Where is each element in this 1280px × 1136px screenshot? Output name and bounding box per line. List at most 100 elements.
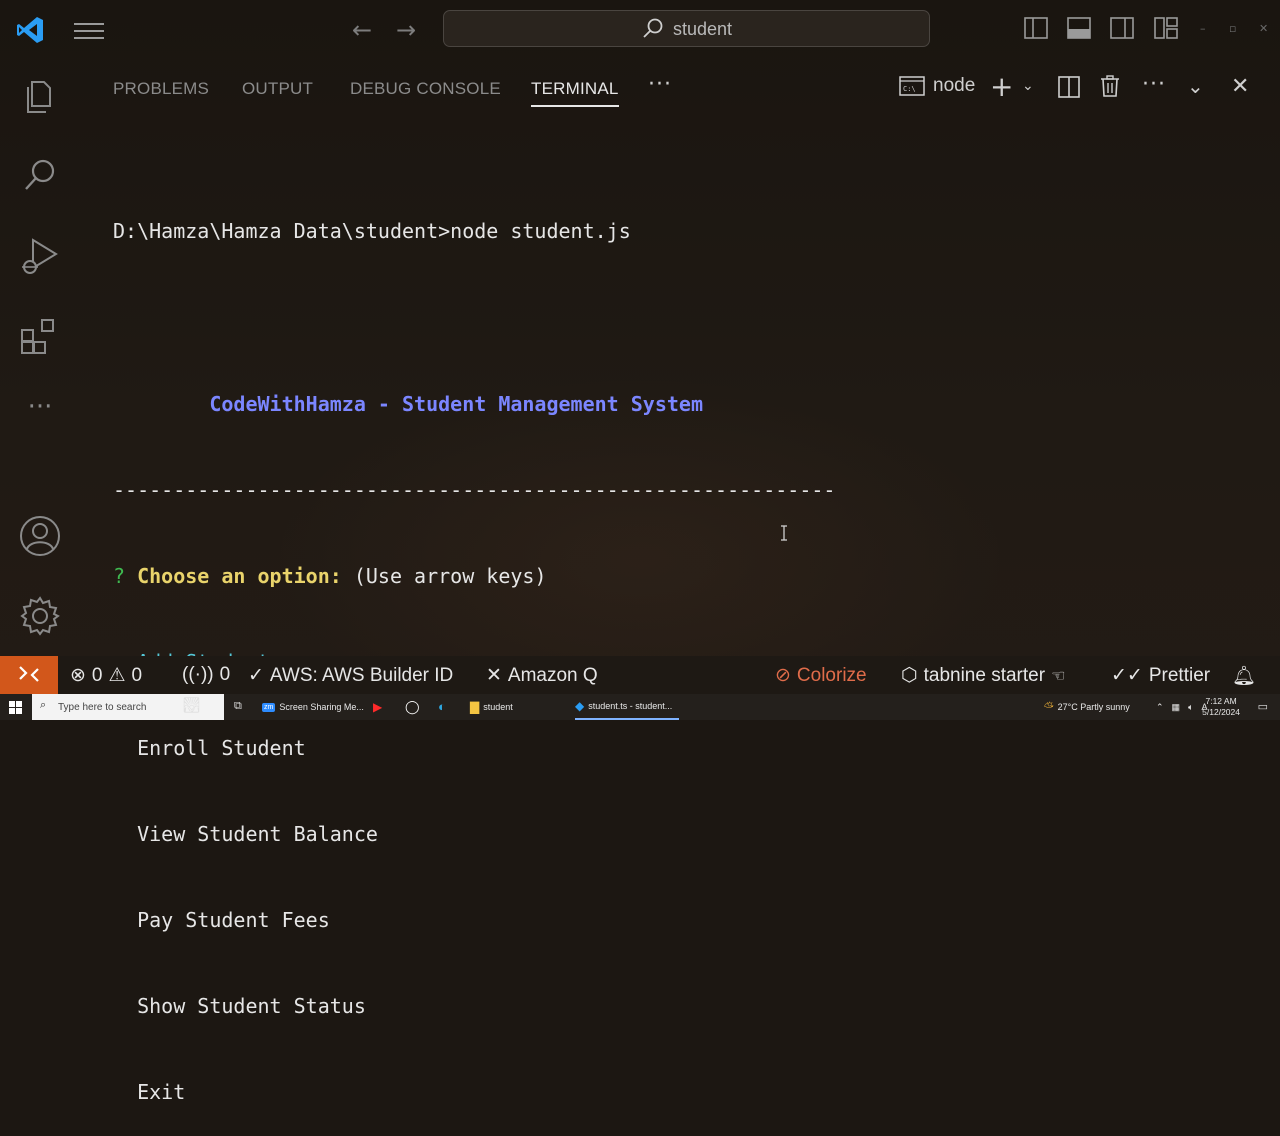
network-icon[interactable]: ▦ bbox=[1172, 702, 1181, 713]
amazon-q-status[interactable]: ✕ Amazon Q bbox=[486, 664, 598, 687]
menu-option[interactable]: View Student Balance bbox=[113, 820, 1253, 849]
tab-debug-console[interactable]: DEBUG CONSOLE bbox=[350, 79, 501, 99]
tab-problems[interactable]: PROBLEMS bbox=[113, 79, 209, 99]
windows-taskbar: ⌕ Type here to search 🌄︎ ⧉ zm Screen Sha… bbox=[0, 694, 1280, 720]
toggle-primary-sidebar-icon[interactable] bbox=[1024, 17, 1048, 39]
check-icon: ✓ bbox=[248, 665, 264, 686]
prettier-status[interactable]: ✓✓ Prettier bbox=[1111, 664, 1210, 687]
taskbar-app-label: student.ts - student... bbox=[588, 701, 673, 711]
maximize-panel-chevron-icon[interactable]: ⌄ bbox=[1187, 74, 1204, 98]
terminal-more-actions-icon[interactable]: ··· bbox=[1142, 72, 1166, 97]
double-check-icon: ✓✓ bbox=[1111, 665, 1143, 686]
broadcast-icon: ((·)) bbox=[182, 664, 214, 685]
svg-text:C:\: C:\ bbox=[903, 85, 916, 93]
customize-layout-icon[interactable] bbox=[1154, 17, 1178, 39]
error-icon: ⊗ bbox=[70, 665, 86, 686]
ports-status[interactable]: ((·)) 0 bbox=[182, 664, 230, 686]
tab-terminal[interactable]: TERMINAL bbox=[531, 79, 619, 107]
more-views-icon[interactable]: ··· bbox=[18, 394, 62, 438]
whatsapp-icon[interactable]: ◯ bbox=[405, 699, 420, 715]
notifications-bell-icon[interactable]: 🔔︎ bbox=[1232, 664, 1256, 688]
search-highlight-icon: 🌄︎ bbox=[182, 697, 202, 714]
weather-widget[interactable]: ⛅︎ 27°C Partly sunny bbox=[1044, 694, 1130, 720]
taskbar-search-placeholder: Type here to search bbox=[58, 702, 147, 713]
panel-more-tabs-icon[interactable]: ··· bbox=[648, 72, 672, 97]
forward-arrow-icon[interactable]: → bbox=[396, 16, 416, 44]
warning-icon: ⚠ bbox=[108, 665, 126, 686]
terminal-dropdown-chevron-icon[interactable]: ⌄ bbox=[1022, 78, 1034, 94]
toggle-panel-icon[interactable] bbox=[1067, 17, 1091, 39]
close-window-icon[interactable]: ✕ bbox=[1259, 22, 1268, 35]
youtube-icon[interactable]: ▶ bbox=[373, 700, 382, 714]
terminal-output[interactable]: D:\Hamza\Hamza Data\student>node student… bbox=[113, 160, 1253, 1136]
text-cursor-icon bbox=[781, 525, 787, 541]
tabnine-label: tabnine starter bbox=[923, 664, 1046, 686]
run-debug-icon[interactable] bbox=[18, 234, 62, 278]
kill-terminal-trash-icon[interactable] bbox=[1100, 75, 1120, 97]
vscode-logo-icon bbox=[17, 17, 43, 43]
notification-center-icon[interactable]: ▭ bbox=[1258, 700, 1268, 713]
close-panel-icon[interactable]: ✕ bbox=[1231, 74, 1249, 99]
menu-option[interactable]: Show Student Status bbox=[113, 992, 1253, 1021]
explorer-icon[interactable] bbox=[18, 74, 62, 118]
amazon-q-label: Amazon Q bbox=[507, 664, 598, 686]
warning-count: 0 bbox=[131, 664, 143, 686]
menu-icon[interactable] bbox=[74, 18, 104, 40]
search-sidebar-icon[interactable] bbox=[18, 154, 62, 198]
toggle-secondary-sidebar-icon[interactable] bbox=[1110, 17, 1134, 39]
terminal-name: node bbox=[933, 75, 976, 96]
menu-option[interactable]: Enroll Student bbox=[113, 734, 1253, 763]
new-terminal-plus-icon[interactable]: + bbox=[990, 70, 1013, 103]
problems-status[interactable]: ⊗ 0 ⚠ 0 bbox=[70, 664, 142, 687]
option-label: Pay Student Fees bbox=[137, 908, 330, 933]
taskbar-clock[interactable]: 7:12 AM 5/12/2024 bbox=[1202, 696, 1240, 718]
taskbar-app-explorer[interactable]: ▇ student bbox=[470, 694, 513, 720]
weather-text: 27°C Partly sunny bbox=[1057, 702, 1130, 712]
taskbar-app-zoom[interactable]: zm Screen Sharing Me... bbox=[262, 694, 364, 720]
settings-gear-icon[interactable] bbox=[18, 594, 62, 638]
aws-status[interactable]: ✓ AWS: AWS Builder ID bbox=[248, 664, 453, 687]
separator-line: ----------------------------------------… bbox=[113, 477, 836, 502]
restore-icon[interactable]: ▫ bbox=[1229, 22, 1236, 35]
question-mark: ? bbox=[113, 563, 126, 588]
colorize-label: Colorize bbox=[796, 664, 867, 686]
extensions-icon[interactable] bbox=[18, 314, 62, 358]
banner-line: CodeWithHamza - Student Management Syste… bbox=[113, 390, 1253, 419]
aws-label: AWS: AWS Builder ID bbox=[269, 664, 454, 686]
error-count: 0 bbox=[91, 664, 103, 686]
windows-start-icon[interactable] bbox=[9, 701, 22, 714]
partly-sunny-icon: ⛅︎ bbox=[1044, 699, 1054, 714]
taskbar-app-label: student bbox=[483, 702, 513, 712]
taskbar-search-box[interactable]: ⌕ Type here to search 🌄︎ bbox=[32, 694, 224, 720]
accounts-icon[interactable] bbox=[18, 514, 62, 558]
colorize-status[interactable]: ⊘ Colorize bbox=[775, 664, 867, 687]
back-arrow-icon[interactable]: ← bbox=[352, 16, 372, 44]
prettier-label: Prettier bbox=[1148, 664, 1211, 686]
hand-pointing-icon: ☜ bbox=[1051, 667, 1066, 685]
command-center-search[interactable]: student bbox=[443, 10, 930, 47]
menu-option[interactable]: Exit bbox=[113, 1078, 1253, 1107]
activity-bar: ··· bbox=[0, 58, 80, 656]
split-terminal-icon[interactable] bbox=[1058, 76, 1080, 98]
tabnine-status[interactable]: ⬡ tabnine starter ☜ bbox=[901, 664, 1065, 687]
banner-title: CodeWithHamza - Student Management Syste… bbox=[209, 391, 704, 416]
tab-output[interactable]: OUTPUT bbox=[242, 79, 313, 99]
taskbar-app-vscode[interactable]: ◆ student.ts - student... bbox=[575, 694, 679, 720]
tray-chevron-up-icon[interactable]: ⌃ bbox=[1156, 702, 1164, 713]
remote-window-button[interactable] bbox=[0, 656, 58, 694]
minimize-icon[interactable]: – bbox=[1200, 22, 1206, 35]
search-text: student bbox=[673, 19, 733, 39]
status-bar: ⊗ 0 ⚠ 0 ((·)) 0 ✓ AWS: AWS Builder ID ✕ … bbox=[0, 656, 1280, 694]
volume-icon[interactable]: 🔈︎ bbox=[1188, 702, 1193, 713]
terminal-shell-icon: C:\ bbox=[899, 76, 925, 96]
option-label: Exit bbox=[137, 1080, 186, 1105]
option-label: Enroll Student bbox=[137, 735, 306, 760]
task-view-icon[interactable]: ⧉ bbox=[234, 700, 242, 713]
terminal-selector[interactable]: C:\ node bbox=[899, 74, 975, 98]
system-tray[interactable]: ⌃ ▦ 🔈︎ A bbox=[1156, 694, 1207, 720]
x-icon: ✕ bbox=[486, 665, 502, 686]
edge-icon[interactable]: ◐ bbox=[438, 699, 446, 714]
menu-option[interactable]: Pay Student Fees bbox=[113, 906, 1253, 935]
remote-icon bbox=[19, 666, 39, 682]
